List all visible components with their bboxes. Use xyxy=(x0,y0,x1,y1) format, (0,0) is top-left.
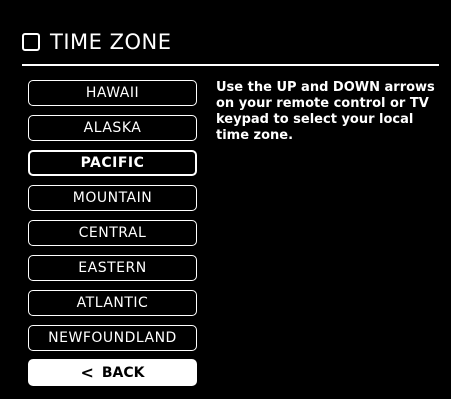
header: TIME ZONE xyxy=(22,30,171,54)
time-zone-screen: TIME ZONE HAWAII ALASKA PACIFIC MOUNTAIN CEN… xyxy=(0,0,451,399)
header-divider xyxy=(22,64,439,66)
time-zone-list: HAWAII ALASKA PACIFIC MOUNTAIN CENTRAL EASTER… xyxy=(28,80,197,360)
square-outline-icon xyxy=(22,33,40,51)
time-zone-option-central[interactable]: CENTRAL xyxy=(28,220,197,246)
time-zone-option-eastern[interactable]: EASTERN xyxy=(28,255,197,281)
time-zone-option-newfoundland[interactable]: NEWFOUNDLAND xyxy=(28,325,197,351)
back-button[interactable]: < BACK xyxy=(28,359,197,386)
time-zone-option-pacific[interactable]: PACIFIC xyxy=(28,150,197,176)
back-button-label: BACK xyxy=(101,364,145,381)
chevron-left-icon: < xyxy=(80,362,94,382)
page-title: TIME ZONE xyxy=(50,30,172,54)
time-zone-option-alaska[interactable]: ALASKA xyxy=(28,115,197,141)
time-zone-option-atlantic[interactable]: ATLANTIC xyxy=(28,290,197,316)
time-zone-option-mountain[interactable]: MOUNTAIN xyxy=(28,185,197,211)
instructions-text: Use the UP and DOWN arrows on your remot… xyxy=(216,80,435,143)
time-zone-option-hawaii[interactable]: HAWAII xyxy=(28,80,197,106)
